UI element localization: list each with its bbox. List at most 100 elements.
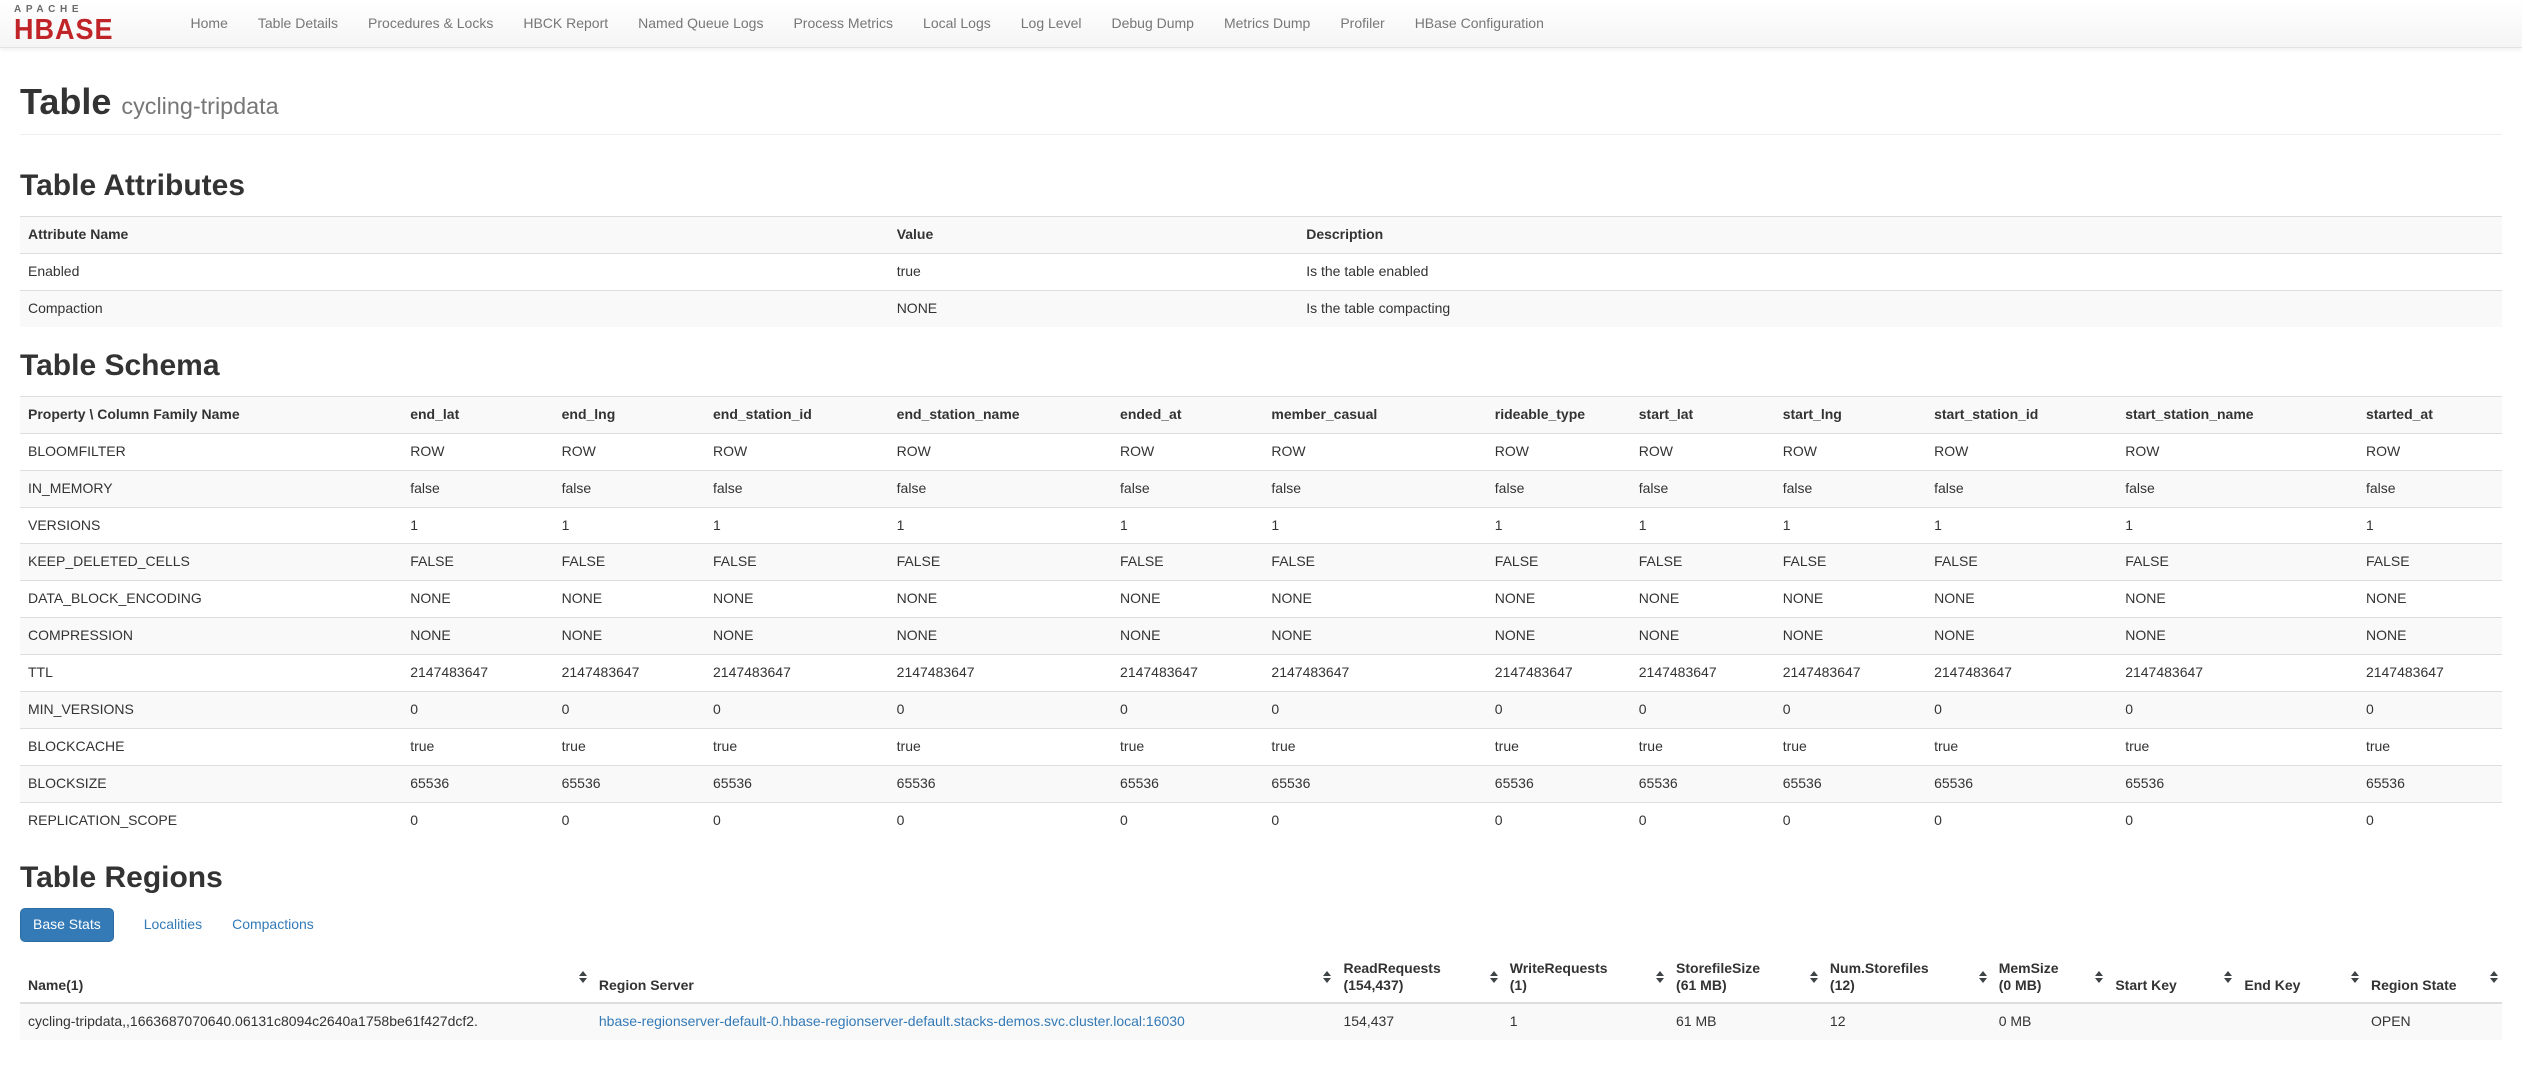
schema-family-end-lng: end_lng — [553, 395, 705, 434]
schema-value-start-station-id: ROW — [1926, 432, 2118, 471]
sort-icon[interactable] — [2490, 971, 2498, 984]
schema-value-ended-at: 0 — [1112, 802, 1264, 840]
nav-item-hbck-report[interactable]: HBCK Report — [508, 14, 623, 34]
region-row: cycling-tripdata,,1663687070640.06131c80… — [20, 1002, 2502, 1041]
schema-value-ended-at: false — [1112, 469, 1264, 507]
regions-col-region-state[interactable]: Region State — [2362, 952, 2502, 1005]
schema-row-ttl: TTL 2147483647 2147483647 2147483647 2147483… — [20, 654, 2502, 692]
sort-icon[interactable] — [2350, 971, 2359, 984]
page-content: Table cycling-tripdata Table Attributes … — [0, 82, 2522, 1054]
table-attributes: Attribute Name Value Description Enabled tru… — [20, 215, 2502, 327]
attributes-cell-attribute-name: Compaction — [20, 289, 889, 327]
nav-item-table-details[interactable]: Table Details — [243, 14, 353, 34]
region-tabs: Base Stats Localities Compactions — [20, 908, 2502, 943]
regions-col-memsize[interactable]: MemSize (0 MB) — [1990, 952, 2108, 1005]
schema-value-start-station-id: true — [1926, 728, 2118, 766]
regions-col-num-storefiles[interactable]: Num.Storefiles (12) — [1821, 952, 1991, 1005]
nav-item-named-queue-logs[interactable]: Named Queue Logs — [623, 14, 778, 34]
schema-value-start-station-id: false — [1926, 469, 2118, 507]
sort-icon[interactable] — [1809, 971, 1818, 984]
schema-value-start-station-id: 1 — [1926, 506, 2118, 544]
schema-family-start-lng: start_lng — [1774, 395, 1927, 434]
schema-value-end-station-id: 0 — [705, 802, 889, 840]
sort-up-arrow — [2490, 971, 2498, 977]
schema-value-rideable-type: true — [1486, 728, 1631, 766]
sort-icon[interactable] — [1656, 971, 1665, 984]
schema-value-member-casual: 0 — [1263, 691, 1487, 729]
sort-icon[interactable] — [1489, 971, 1498, 984]
nav-item-debug-dump[interactable]: Debug Dump — [1096, 14, 1209, 34]
nav-item-procedures-locks[interactable]: Procedures & Locks — [353, 14, 508, 34]
schema-property-name: TTL — [20, 654, 403, 692]
attributes-cell-description: Is the table enabled — [1298, 252, 2502, 291]
schema-value-ended-at: 0 — [1112, 691, 1264, 729]
regions-col-name-1[interactable]: Name(1) — [20, 952, 591, 1005]
schema-header-row: Property \ Column Family Name end_lat end_… — [20, 395, 2502, 434]
region-server-link[interactable]: hbase-regionserver-default-0.hbase-regio… — [599, 1013, 1185, 1029]
sort-up-arrow — [1978, 971, 1987, 977]
schema-value-end-station-id: NONE — [705, 580, 889, 618]
schema-value-start-lat: false — [1630, 469, 1775, 507]
sort-down-arrow — [2350, 978, 2359, 984]
sort-icon[interactable] — [2224, 971, 2233, 984]
schema-value-start-lng: ROW — [1774, 432, 1927, 471]
schema-value-end-station-id: false — [705, 469, 889, 507]
regions-col-storefilesize[interactable]: StorefileSize (61 MB) — [1668, 952, 1822, 1005]
schema-value-end-lat: 0 — [402, 802, 554, 840]
sort-icon[interactable] — [2095, 971, 2104, 984]
schema-value-member-casual: false — [1263, 469, 1487, 507]
schema-row-blocksize: BLOCKSIZE 65536 65536 65536 65536 65536 65536 6… — [20, 765, 2502, 803]
sort-down-arrow — [2490, 978, 2498, 984]
schema-value-rideable-type: 2147483647 — [1486, 654, 1631, 692]
schema-value-start-station-id: 2147483647 — [1926, 654, 2118, 692]
schema-value-end-lat: NONE — [402, 580, 554, 618]
regions-col-end-key[interactable]: End Key — [2236, 952, 2363, 1005]
schema-value-end-lat: 1 — [402, 506, 554, 544]
tab-base-stats[interactable]: Base Stats — [20, 908, 114, 943]
hbase-logo[interactable]: APACHE HBASE — [14, 4, 114, 43]
nav-item-metrics-dump[interactable]: Metrics Dump — [1209, 14, 1325, 34]
nav-menu: Home Table Details Procedures & Locks HBCK … — [176, 14, 1559, 34]
region-cell-start-key — [2107, 1002, 2237, 1041]
sort-down-arrow — [1323, 978, 1332, 984]
sort-icon[interactable] — [578, 971, 587, 984]
region-table-header-row: Name(1) Region Server ReadRequests (154,43… — [20, 952, 2502, 1005]
schema-value-start-lng: NONE — [1774, 580, 1927, 618]
tab-compactions[interactable]: Compactions — [232, 915, 314, 935]
schema-value-end-lat: 0 — [402, 691, 554, 729]
schema-value-start-station-id: 65536 — [1926, 765, 2118, 803]
schema-value-ended-at: true — [1112, 728, 1264, 766]
schema-value-ended-at: NONE — [1112, 580, 1264, 618]
schema-value-end-station-id: 1 — [705, 506, 889, 544]
schema-value-ended-at: 65536 — [1112, 765, 1264, 803]
sort-icon[interactable] — [1323, 971, 1332, 984]
regions-col-readrequests[interactable]: ReadRequests (154,437) — [1335, 952, 1502, 1005]
nav-item-profiler[interactable]: Profiler — [1325, 14, 1399, 34]
nav-item-hbase-configuration[interactable]: HBase Configuration — [1400, 14, 1559, 34]
nav-item-process-metrics[interactable]: Process Metrics — [778, 14, 908, 34]
schema-row-blockcache: BLOCKCACHE true true true true true true true tr… — [20, 728, 2502, 766]
schema-value-rideable-type: false — [1486, 469, 1631, 507]
schema-value-ended-at: 1 — [1112, 506, 1264, 544]
schema-row-compression: COMPRESSION NONE NONE NONE NONE NONE NONE NONE N… — [20, 617, 2502, 655]
nav-item-local-logs[interactable]: Local Logs — [908, 14, 1006, 34]
regions-col-region-server[interactable]: Region Server — [590, 952, 1336, 1005]
schema-property-name: BLOCKSIZE — [20, 765, 403, 803]
page-title: Table cycling-tripdata — [20, 82, 2502, 122]
schema-property-name: BLOCKCACHE — [20, 728, 403, 766]
schema-value-end-lng: FALSE — [553, 543, 705, 581]
sort-icon[interactable] — [1978, 971, 1987, 984]
nav-item-log-level[interactable]: Log Level — [1006, 14, 1097, 34]
schema-value-ended-at: FALSE — [1112, 543, 1264, 581]
tab-localities[interactable]: Localities — [144, 915, 202, 935]
schema-corner-header: Property \ Column Family Name — [20, 395, 403, 434]
schema-value-end-lat: FALSE — [402, 543, 554, 581]
schema-value-rideable-type: 0 — [1486, 691, 1631, 729]
nav-item-home[interactable]: Home — [176, 14, 243, 34]
schema-family-member-casual: member_casual — [1263, 395, 1487, 434]
regions-col-start-key[interactable]: Start Key — [2107, 952, 2237, 1005]
schema-value-end-station-id: 0 — [705, 691, 889, 729]
region-cell-storefile-size: 61 MB — [1668, 1002, 1822, 1041]
regions-col-writerequests[interactable]: WriteRequests (1) — [1501, 952, 1669, 1005]
schema-value-end-station-name: 0 — [888, 691, 1113, 729]
